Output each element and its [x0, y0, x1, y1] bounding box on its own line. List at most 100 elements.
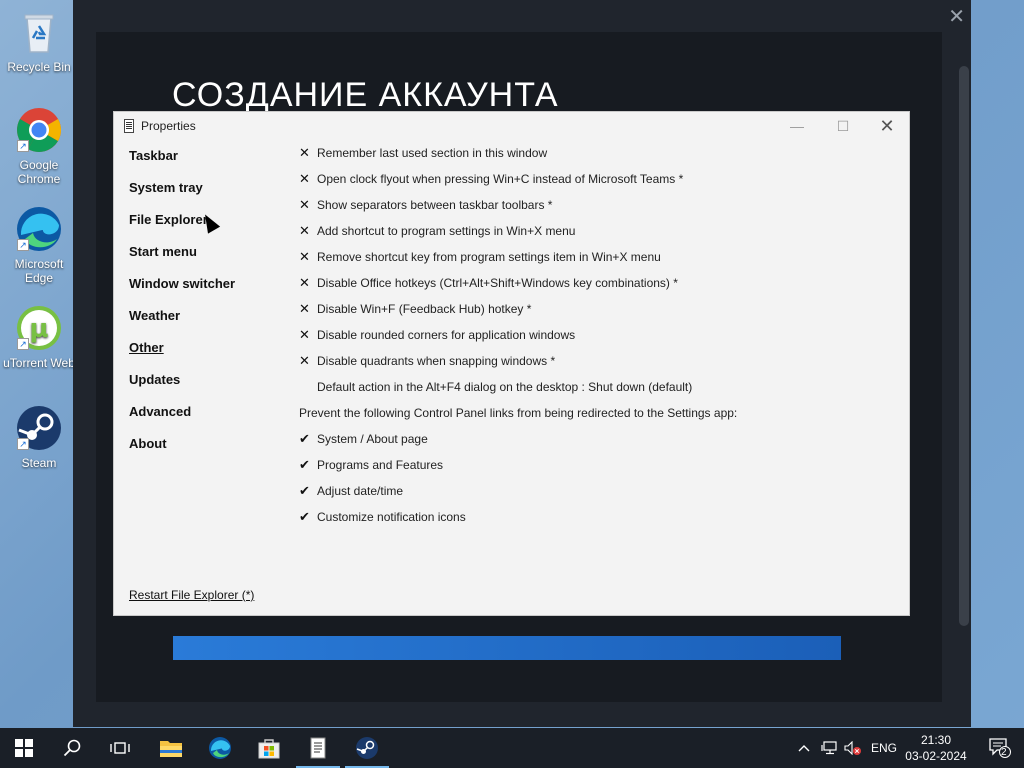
checkmark-icon: ✔: [299, 509, 310, 524]
nav-item-window-switcher[interactable]: Window switcher: [129, 276, 289, 308]
search-icon: [63, 739, 81, 757]
nav-item-system-tray[interactable]: System tray: [129, 180, 289, 212]
shortcut-arrow-icon: ↗: [17, 338, 29, 350]
clock[interactable]: 21:30 03-02-2024: [896, 732, 976, 764]
disabled-x-icon: ✕: [299, 301, 310, 316]
edge-icon: ↗: [15, 205, 63, 253]
option-label: System / About page: [317, 432, 428, 446]
redirect-system-about[interactable]: ✔ System / About page: [299, 431, 899, 457]
desktop-icon-label: Recycle Bin: [7, 60, 71, 74]
option-winx-shortcut[interactable]: ✕ Add shortcut to program settings in Wi…: [299, 223, 899, 249]
network-icon: [821, 741, 837, 755]
nav-item-advanced[interactable]: Advanced: [129, 404, 289, 436]
disabled-x-icon: ✕: [299, 327, 310, 342]
option-label: Remember last used section in this windo…: [317, 146, 548, 160]
steam-icon: ↗: [15, 404, 63, 452]
redirect-notification-icons[interactable]: ✔ Customize notification icons: [299, 509, 899, 535]
start-button[interactable]: [0, 728, 48, 768]
desktop-icon-label: Microsoft Edge: [14, 257, 64, 285]
nav-item-start-menu[interactable]: Start menu: [129, 244, 289, 276]
option-feedback-hub-hotkey[interactable]: ✕ Disable Win+F (Feedback Hub) hotkey *: [299, 301, 899, 327]
disabled-x-icon: ✕: [299, 353, 310, 368]
redirect-programs-features[interactable]: ✔ Programs and Features: [299, 457, 899, 483]
minimize-button[interactable]: —: [774, 112, 820, 140]
task-view-button[interactable]: [96, 728, 144, 768]
taskbar-microsoft-edge[interactable]: [196, 728, 244, 768]
disabled-x-icon: ✕: [299, 275, 310, 290]
language-indicator[interactable]: ENG: [871, 741, 897, 755]
volume-muted-icon: [844, 741, 861, 755]
nav-item-taskbar[interactable]: Taskbar: [129, 148, 289, 180]
steam-continue-button[interactable]: [173, 636, 841, 660]
desktop-icon-label: uTorrent Web: [3, 356, 75, 370]
option-label: Add shortcut to program settings in Win+…: [317, 224, 576, 238]
network-tray-button[interactable]: [817, 728, 841, 768]
section-heading: Prevent the following Control Panel link…: [299, 406, 738, 420]
option-label: Adjust date/time: [317, 484, 404, 498]
desktop-icon-label: Steam: [21, 456, 57, 470]
desktop-icon-google-chrome[interactable]: ↗ Google Chrome: [2, 106, 76, 186]
shortcut-arrow-icon: ↗: [17, 438, 29, 450]
steam-dialog-title: СОЗДАНИЕ АККАУНТА: [172, 76, 559, 114]
option-taskbar-separators[interactable]: ✕ Show separators between taskbar toolba…: [299, 197, 899, 223]
disabled-x-icon: ✕: [299, 145, 310, 160]
option-remember-section[interactable]: ✕ Remember last used section in this win…: [299, 145, 899, 171]
restart-file-explorer-link[interactable]: Restart File Explorer (*): [129, 588, 254, 602]
chevron-up-icon: [798, 745, 810, 752]
nav-item-about[interactable]: About: [129, 436, 289, 468]
steam-close-icon[interactable]: ✕: [948, 4, 965, 29]
taskbar-microsoft-store[interactable]: [245, 728, 293, 768]
redirect-date-time[interactable]: ✔ Adjust date/time: [299, 483, 899, 509]
utorrent-icon: µ ↗: [15, 304, 63, 352]
properties-window: Properties — ☐ ✕ Taskbar System tray Fil…: [113, 111, 910, 616]
taskbar-file-explorer[interactable]: [147, 728, 195, 768]
disabled-x-icon: ✕: [299, 171, 310, 186]
option-snap-quadrants[interactable]: ✕ Disable quadrants when snapping window…: [299, 353, 899, 379]
desktop-icon-steam[interactable]: ↗ Steam: [2, 404, 76, 470]
desktop-icon-label: Google Chrome: [17, 158, 61, 186]
option-label: Default action in the Alt+F4 dialog on t…: [317, 380, 693, 394]
option-office-hotkeys[interactable]: ✕ Disable Office hotkeys (Ctrl+Alt+Shift…: [299, 275, 899, 301]
taskbar-steam[interactable]: [343, 728, 391, 768]
search-button[interactable]: [48, 728, 96, 768]
maximize-button[interactable]: ☐: [820, 112, 866, 140]
checkmark-icon: ✔: [299, 457, 310, 472]
option-clock-flyout[interactable]: ✕ Open clock flyout when pressing Win+C …: [299, 171, 899, 197]
recycle-bin-icon: [15, 8, 63, 56]
desktop-icon-recycle-bin[interactable]: Recycle Bin: [2, 8, 76, 74]
show-hidden-icons-button[interactable]: [792, 728, 816, 768]
task-view-icon: [110, 742, 130, 754]
option-label: Customize notification icons: [317, 510, 466, 524]
option-label: Disable quadrants when snapping windows …: [317, 354, 556, 368]
option-label: Disable Win+F (Feedback Hub) hotkey *: [317, 302, 532, 316]
option-rounded-corners[interactable]: ✕ Disable rounded corners for applicatio…: [299, 327, 899, 353]
notification-icon: [989, 738, 1011, 758]
nav-item-other[interactable]: Other: [129, 340, 289, 372]
nav-item-updates[interactable]: Updates: [129, 372, 289, 404]
notification-center-button[interactable]: 2: [976, 728, 1024, 768]
svg-text:µ: µ: [29, 314, 48, 344]
store-icon: [258, 739, 280, 759]
volume-tray-button[interactable]: [841, 728, 865, 768]
properties-app-icon: [310, 737, 326, 759]
settings-content: ✕ Remember last used section in this win…: [299, 145, 899, 535]
desktop-icon-utorrent-web[interactable]: µ ↗ uTorrent Web: [2, 304, 76, 370]
option-label: Programs and Features: [317, 458, 444, 472]
nav-item-weather[interactable]: Weather: [129, 308, 289, 340]
shortcut-arrow-icon: ↗: [17, 239, 29, 251]
option-label: Remove shortcut key from program setting…: [317, 250, 661, 264]
properties-titlebar[interactable]: Properties — ☐ ✕: [114, 112, 909, 140]
edge-icon: [209, 737, 231, 759]
close-button[interactable]: ✕: [864, 112, 910, 140]
desktop-icon-microsoft-edge[interactable]: ↗ Microsoft Edge: [2, 205, 76, 285]
clock-date: 03-02-2024: [905, 749, 967, 763]
taskbar-properties-app[interactable]: [294, 728, 342, 768]
notification-count-badge: 2: [1001, 747, 1007, 758]
option-label: Disable rounded corners for application …: [317, 328, 576, 342]
option-altf4-default-action[interactable]: Default action in the Alt+F4 dialog on t…: [299, 379, 899, 405]
steam-scrollbar[interactable]: [959, 66, 969, 626]
option-winx-remove-key[interactable]: ✕ Remove shortcut key from program setti…: [299, 249, 899, 275]
windows-logo-icon: [15, 739, 33, 757]
chrome-icon: ↗: [15, 106, 63, 154]
folder-icon: [160, 741, 182, 757]
